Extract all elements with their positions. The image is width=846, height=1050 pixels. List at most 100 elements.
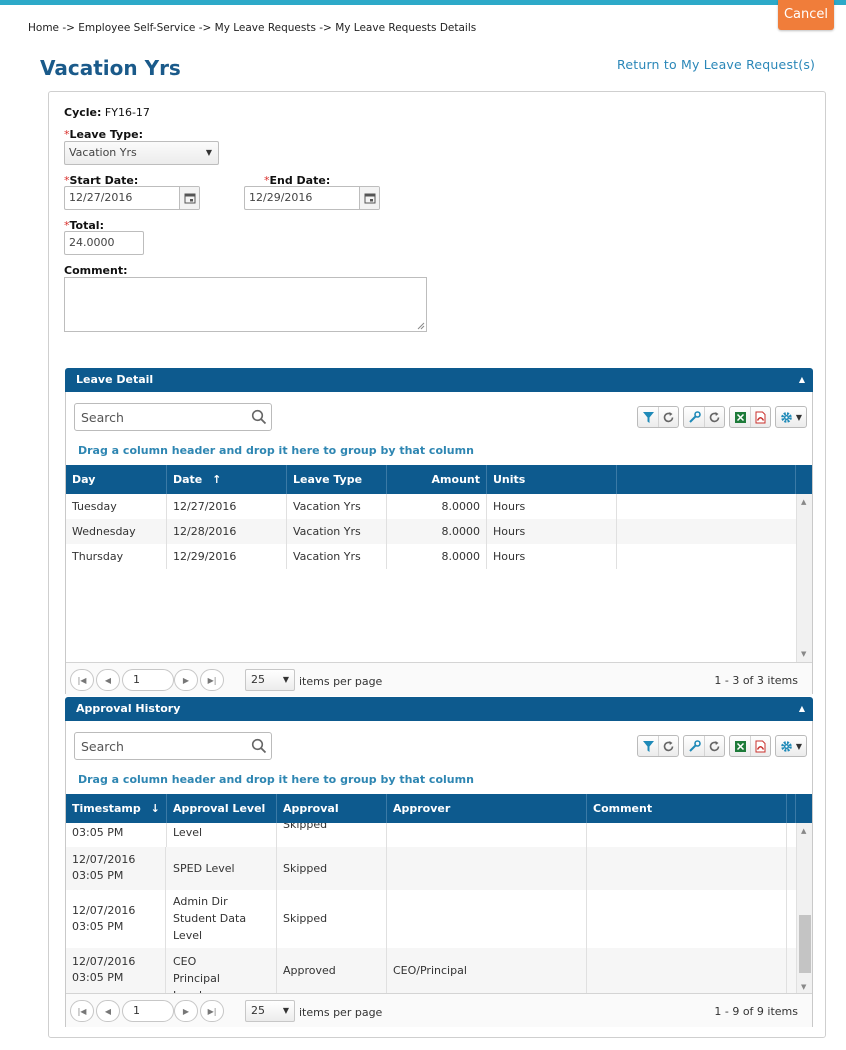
last-page-button[interactable]: ▶| (200, 1000, 224, 1022)
first-page-button[interactable]: |◀ (70, 1000, 94, 1022)
scroll-down-icon[interactable]: ▼ (801, 983, 806, 991)
table-row[interactable]: 12/07/2016 03:05 PM SPED Level Skipped (66, 847, 796, 890)
refresh-icon (709, 411, 720, 422)
column-settings-button[interactable] (684, 736, 704, 756)
cell-date: 12/29/2016 (167, 544, 287, 569)
group-by-drop-zone[interactable]: Drag a column header and drop it here to… (78, 773, 474, 786)
page-size-select[interactable]: 25 ▼ (245, 1000, 295, 1022)
cell-timestamp: 12/07/2016 03:05 PM (66, 847, 166, 890)
resize-handle-icon[interactable] (417, 322, 425, 330)
scroll-up-icon[interactable]: ▲ (801, 827, 806, 835)
prev-page-button[interactable]: ◀ (96, 1000, 120, 1022)
cell-leave-type: Vacation Yrs (287, 519, 387, 544)
chevron-down-icon: ▼ (282, 675, 289, 684)
column-header-approval[interactable]: Approval (277, 794, 387, 823)
end-date-value: 12/29/2016 (249, 191, 313, 204)
approval-history-toolbar: ▼ (637, 735, 807, 757)
leave-type-label-row: *Leave Type: (64, 128, 143, 141)
gear-icon (781, 740, 792, 752)
grid-settings-button[interactable]: ▼ (776, 736, 806, 756)
column-header-date[interactable]: Date ↑ (167, 465, 287, 494)
cell-timestamp: 03:05 PM (66, 823, 167, 847)
reset-columns-button[interactable] (704, 407, 724, 427)
leave-detail-search-input[interactable]: Search (74, 403, 272, 431)
page-number-input[interactable]: 1 (122, 1000, 174, 1022)
refresh-filter-button[interactable] (658, 407, 678, 427)
leave-type-label: Leave Type (69, 128, 139, 141)
scroll-up-icon[interactable]: ▲ (801, 498, 806, 506)
next-page-button[interactable]: ▶ (174, 1000, 198, 1022)
approval-history-table-body: 03:05 PM Level Skipped 12/07/2016 03:05 … (66, 823, 812, 993)
page-number-input[interactable]: 1 (122, 669, 174, 691)
column-header-timestamp[interactable]: Timestamp ↓ (66, 794, 167, 823)
table-row[interactable]: 03:05 PM Level Skipped (66, 823, 796, 847)
cell-approval-level: SPED Level (167, 847, 277, 890)
end-date-calendar-button[interactable] (359, 187, 379, 209)
approval-history-header[interactable]: Approval History ▲ (65, 697, 813, 721)
approval-history-scrollbar[interactable]: ▲ ▼ (796, 823, 812, 993)
approval-history-grid: Search ▼ Drag a column header and drop i… (65, 721, 813, 1027)
chevron-up-icon[interactable]: ▲ (799, 368, 805, 392)
cell-approval-level: Level (167, 823, 277, 847)
search-icon (251, 409, 267, 425)
last-page-button[interactable]: ▶| (200, 669, 224, 691)
group-by-drop-zone[interactable]: Drag a column header and drop it here to… (78, 444, 474, 457)
cell-approver (387, 890, 587, 948)
top-accent-bar (0, 0, 846, 5)
chevron-up-icon[interactable]: ▲ (799, 697, 805, 721)
first-page-button[interactable]: |◀ (70, 669, 94, 691)
table-row[interactable]: Tuesday 12/27/2016 Vacation Yrs 8.0000 H… (66, 494, 796, 519)
chevron-down-icon: ▼ (205, 148, 212, 157)
column-header-amount[interactable]: Amount (387, 465, 487, 494)
column-header-comment[interactable]: Comment (587, 794, 787, 823)
next-page-button[interactable]: ▶ (174, 669, 198, 691)
export-excel-button[interactable] (730, 736, 750, 756)
end-date-field[interactable]: 12/29/2016 (244, 186, 380, 210)
prev-page-button[interactable]: ◀ (96, 669, 120, 691)
column-settings-button[interactable] (684, 407, 704, 427)
export-excel-button[interactable] (730, 407, 750, 427)
reset-columns-button[interactable] (704, 736, 724, 756)
column-header-day[interactable]: Day (66, 465, 167, 494)
cell-day: Thursday (66, 544, 167, 569)
total-value: 24.0000 (69, 236, 115, 249)
excel-icon (734, 740, 746, 752)
column-header-units[interactable]: Units (487, 465, 617, 494)
table-row[interactable]: 12/07/2016 03:05 PM Admin Dir Student Da… (66, 890, 796, 948)
return-to-leave-requests-link[interactable]: Return to My Leave Request(s) (617, 57, 815, 72)
scrollbar-thumb[interactable] (799, 915, 811, 973)
export-pdf-button[interactable] (750, 736, 770, 756)
scroll-down-icon[interactable]: ▼ (801, 650, 806, 658)
page-size-select[interactable]: 25 ▼ (245, 669, 295, 691)
cell-date: 12/28/2016 (167, 519, 287, 544)
cell-approval: Skipped (277, 823, 387, 847)
cell-units: Hours (487, 519, 617, 544)
total-field[interactable]: 24.0000 (64, 231, 144, 255)
column-header-spacer (617, 465, 796, 494)
chevron-down-icon: ▼ (282, 1006, 289, 1015)
calendar-icon (184, 193, 195, 204)
leave-detail-header[interactable]: Leave Detail ▲ (65, 368, 813, 392)
filter-button[interactable] (638, 736, 658, 756)
column-header-approval-level[interactable]: Approval Level (167, 794, 277, 823)
comment-textarea[interactable] (64, 277, 427, 332)
column-header-timestamp-label: Timestamp (72, 802, 141, 815)
export-pdf-button[interactable] (750, 407, 770, 427)
leave-detail-scrollbar[interactable]: ▲ ▼ (796, 494, 812, 662)
column-header-leave-type[interactable]: Leave Type (287, 465, 387, 494)
filter-button[interactable] (638, 407, 658, 427)
search-placeholder: Search (81, 410, 124, 425)
leave-type-select[interactable]: Vacation Yrs ▼ (64, 141, 219, 165)
start-date-field[interactable]: 12/27/2016 (64, 186, 200, 210)
start-date-calendar-button[interactable] (179, 187, 199, 209)
cell-approval: Skipped (277, 890, 387, 948)
column-header-approver[interactable]: Approver (387, 794, 587, 823)
refresh-filter-button[interactable] (658, 736, 678, 756)
table-row[interactable]: 12/07/2016 03:05 PM CEO Principal Level … (66, 948, 796, 993)
cell-leave-type: Vacation Yrs (287, 544, 387, 569)
cancel-button[interactable]: Cancel (778, 0, 834, 30)
table-row[interactable]: Wednesday 12/28/2016 Vacation Yrs 8.0000… (66, 519, 796, 544)
approval-history-search-input[interactable]: Search (74, 732, 272, 760)
grid-settings-button[interactable]: ▼ (776, 407, 806, 427)
table-row[interactable]: Thursday 12/29/2016 Vacation Yrs 8.0000 … (66, 544, 796, 569)
